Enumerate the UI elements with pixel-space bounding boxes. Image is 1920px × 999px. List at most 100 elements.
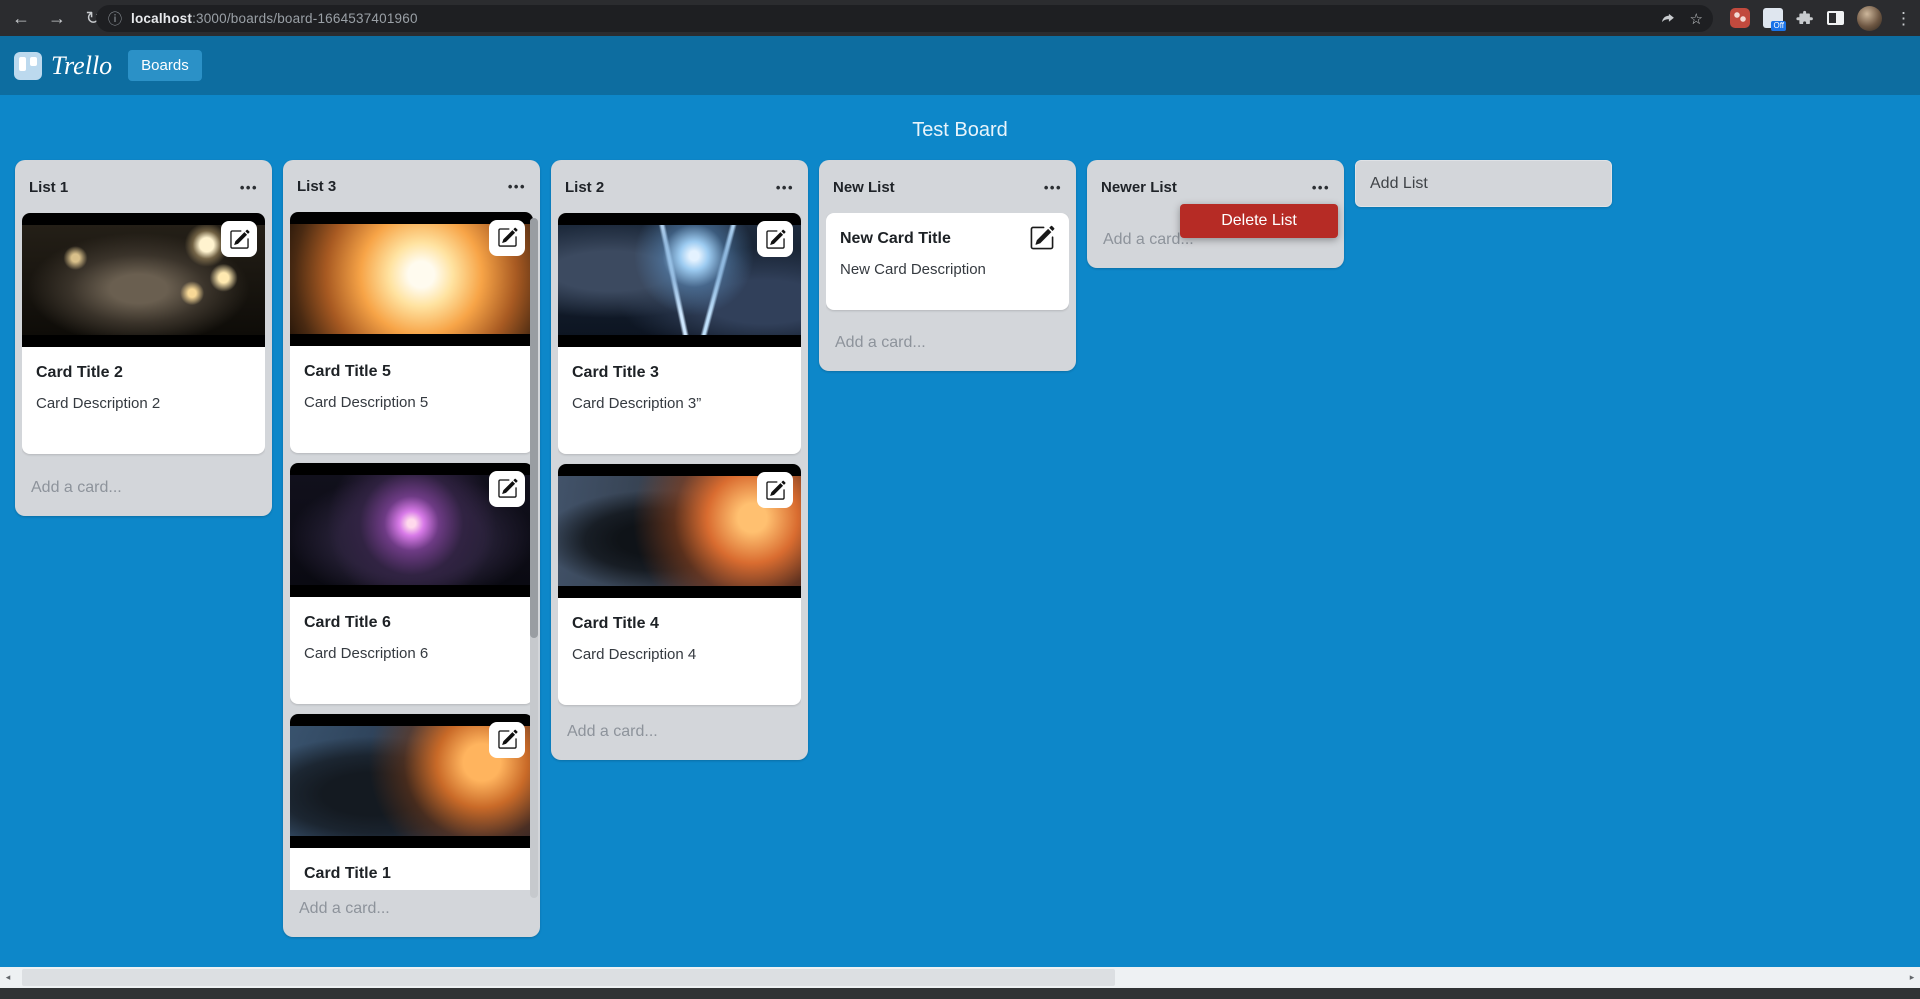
card-body[interactable]: Card Title 2 Card Description 2 [22, 347, 265, 454]
app-name: Trello [51, 51, 112, 81]
cards-container[interactable]: Card Title 3Card Description 3”Card Titl… [558, 213, 801, 713]
card-description[interactable]: Card Description 3” [572, 393, 787, 414]
horizontal-scrollbar-thumb[interactable] [22, 969, 1115, 986]
extension-off-badge: Off [1771, 21, 1786, 31]
address-bar[interactable]: ⓘ localhost:3000/boards/board-1664537401… [96, 5, 1713, 32]
edit-card-icon[interactable] [489, 722, 525, 758]
card-body[interactable]: Card Title 1 [290, 848, 533, 890]
list-header[interactable]: List 3 ••• [290, 167, 533, 200]
card-body[interactable]: Card Title 3 Card Description 3” [558, 347, 801, 454]
card-image-lightning-storm[interactable] [558, 213, 801, 347]
list-scrollbar-track[interactable] [530, 218, 538, 898]
card-body[interactable]: Card Title 6 Card Description 6 [290, 597, 533, 704]
back-icon[interactable]: ← [6, 3, 36, 33]
cards-container[interactable]: Card Title 2 Card Description 2 [22, 213, 265, 469]
browser-menu-icon[interactable]: ⋮ [1895, 10, 1912, 27]
card-description[interactable]: Card Description 2 [36, 393, 251, 414]
edit-card-icon[interactable] [757, 221, 793, 257]
card[interactable]: Card Title 6 Card Description 6 [290, 463, 533, 704]
list-header[interactable]: New List ••• [826, 167, 1069, 201]
list[interactable]: List 3•••Card Title 5Card Description 5C… [283, 160, 540, 937]
list-header[interactable]: List 1 ••• [22, 167, 265, 201]
list-title[interactable]: List 1 [29, 179, 68, 196]
list-menu-icon[interactable]: ••• [1312, 180, 1330, 195]
card-image-galaxy-burst[interactable] [290, 463, 533, 597]
list-menu-icon[interactable]: ••• [508, 179, 526, 194]
url-path: :3000/boards/board-1664537401960 [192, 11, 418, 26]
card-image-fiery-explosion[interactable] [290, 212, 533, 346]
card-title[interactable]: New Card Title [840, 229, 1055, 249]
scroll-left-icon[interactable]: ◂ [0, 967, 16, 988]
card[interactable]: Card Title 5 Card Description 5 [290, 212, 533, 453]
forward-icon[interactable]: → [42, 3, 72, 33]
delete-list-button[interactable]: Delete List [1221, 212, 1297, 230]
list-scrollbar-thumb[interactable] [530, 218, 538, 638]
list-menu-icon[interactable]: ••• [1044, 180, 1062, 195]
card-title[interactable]: Card Title 5 [304, 362, 519, 382]
list[interactable]: List 2 ••• Card Title 3 Card Description 3”… [551, 160, 808, 760]
list-title[interactable]: List 3 [297, 178, 336, 195]
list-title[interactable]: List 2 [565, 179, 604, 196]
card-title[interactable]: Card Title 3 [572, 363, 787, 383]
window-bottom-edge [0, 988, 1920, 999]
edit-card-icon[interactable] [757, 472, 793, 508]
add-card-button[interactable]: Add a card... [826, 324, 1069, 364]
card[interactable]: Card Title 4 Card Description 4 [558, 464, 801, 705]
add-list-input[interactable]: Add List [1355, 160, 1612, 207]
scroll-right-icon[interactable]: ▸ [1904, 967, 1920, 988]
edit-card-icon[interactable] [489, 471, 525, 507]
card-image-thor-closeup[interactable] [22, 213, 265, 347]
site-info-icon[interactable]: ⓘ [108, 9, 122, 29]
extension-red-icon[interactable] [1730, 8, 1750, 28]
card[interactable]: New Card Title New Card Description [826, 213, 1069, 310]
edit-card-icon[interactable] [489, 220, 525, 256]
list-title[interactable]: Newer List [1101, 179, 1177, 196]
url-text: localhost:3000/boards/board-166453740196… [131, 11, 418, 26]
boards-button[interactable]: Boards [128, 50, 202, 81]
edit-card-icon[interactable] [1029, 225, 1057, 253]
list[interactable]: List 1 ••• Card Title 2 Card Description 2 A… [15, 160, 272, 516]
card-title[interactable]: Card Title 1 [304, 864, 519, 884]
app-header: Trello Boards [0, 36, 1920, 95]
add-card-button[interactable]: Add a card... [558, 713, 801, 753]
add-card-button[interactable]: Add a card... [290, 890, 533, 930]
card-title[interactable]: Card Title 6 [304, 613, 519, 633]
card[interactable]: Card Title 3 Card Description 3” [558, 213, 801, 454]
cards-container[interactable]: New Card Title New Card Description [826, 213, 1069, 324]
list-menu-dropdown[interactable]: Delete List [1180, 204, 1338, 238]
card-description[interactable]: Card Description 5 [304, 392, 519, 413]
card-description[interactable]: New Card Description [840, 259, 1055, 280]
card-body[interactable]: Card Title 4 Card Description 4 [558, 598, 801, 705]
profile-avatar[interactable] [1857, 6, 1882, 31]
lists-row: List 1 ••• Card Title 2 Card Description 2 A… [15, 160, 1612, 937]
trello-logo-icon [14, 52, 42, 80]
sidebar-panel-icon[interactable] [1827, 11, 1844, 25]
add-card-button[interactable]: Add a card... [22, 469, 265, 509]
card-description[interactable]: Card Description 4 [572, 644, 787, 665]
list-header[interactable]: Newer List ••• [1094, 167, 1337, 201]
cards-container[interactable]: Card Title 5Card Description 5Card Title… [290, 212, 533, 890]
card-image-creature-axe[interactable] [290, 714, 533, 848]
edit-card-icon[interactable] [221, 221, 257, 257]
list-menu-icon[interactable]: ••• [240, 180, 258, 195]
board-title: Test Board [0, 119, 1920, 142]
extensions-puzzle-icon[interactable] [1796, 9, 1814, 27]
horizontal-scrollbar[interactable]: ◂ ▸ [0, 967, 1920, 988]
list[interactable]: New List ••• New Card Title New Card Descri… [819, 160, 1076, 371]
extension-off-icon[interactable]: Off [1763, 8, 1783, 28]
card-description[interactable]: Card Description 6 [304, 643, 519, 664]
list-title[interactable]: New List [833, 179, 895, 196]
card-title[interactable]: Card Title 2 [36, 363, 251, 383]
card-body[interactable]: Card Title 5 Card Description 5 [290, 346, 533, 453]
share-icon[interactable] [1659, 10, 1676, 27]
card-title[interactable]: Card Title 4 [572, 614, 787, 634]
list[interactable]: Newer List•••Add a card...Delete List [1087, 160, 1344, 268]
card-body[interactable]: New Card Title New Card Description [826, 213, 1069, 310]
card-image-fire-battle[interactable] [558, 464, 801, 598]
card[interactable]: Card Title 2 Card Description 2 [22, 213, 265, 454]
list-header[interactable]: List 2 ••• [558, 167, 801, 201]
card[interactable]: Card Title 1 [290, 714, 533, 890]
browser-toolbar: ← → ↻ ⓘ localhost:3000/boards/board-1664… [0, 0, 1920, 36]
bookmark-star-icon[interactable]: ☆ [1690, 10, 1703, 28]
list-menu-icon[interactable]: ••• [776, 180, 794, 195]
